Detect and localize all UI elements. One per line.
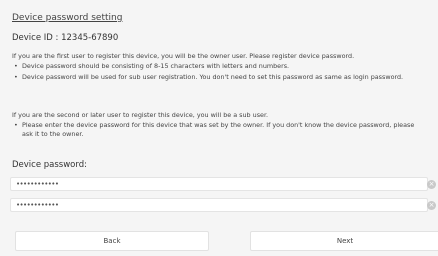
bullet-text: Please enter the device password for thi… [22, 121, 415, 138]
owner-intro-text: If you are the first user to register th… [12, 52, 355, 60]
clear-icon[interactable]: × [427, 180, 436, 189]
device-id: Device ID : 12345-67890 [12, 33, 119, 43]
device-password-input[interactable]: •••••••••••• × [10, 177, 436, 191]
bullet-text: Device password should be consisting of … [22, 62, 290, 70]
clear-icon[interactable]: × [427, 201, 436, 210]
device-password-label: Device password: [12, 160, 87, 170]
next-button[interactable]: Next [250, 231, 438, 251]
list-item: • Device password will be used for sub u… [12, 73, 416, 82]
sub-user-bullets: • Please enter the device password for t… [12, 121, 416, 140]
bullet-icon: • [14, 72, 18, 81]
bullet-icon: • [14, 62, 18, 70]
list-item: • Please enter the device password for t… [12, 121, 416, 138]
bullet-icon: • [14, 121, 18, 129]
password-confirm-value: •••••••••••• [16, 201, 59, 209]
page-title: Device password setting [12, 13, 123, 23]
device-password-confirm-input[interactable]: •••••••••••• × [10, 198, 436, 212]
sub-user-intro-text: If you are the second or later user to r… [12, 111, 269, 119]
password-value: •••••••••••• [16, 180, 59, 188]
bullet-text: Device password will be used for sub use… [22, 72, 404, 81]
owner-bullets: • Device password should be consisting o… [12, 62, 416, 83]
device-password-screen: Device password setting Device ID : 1234… [10, 0, 438, 256]
list-item: • Device password should be consisting o… [12, 62, 416, 71]
back-button[interactable]: Back [15, 231, 209, 251]
